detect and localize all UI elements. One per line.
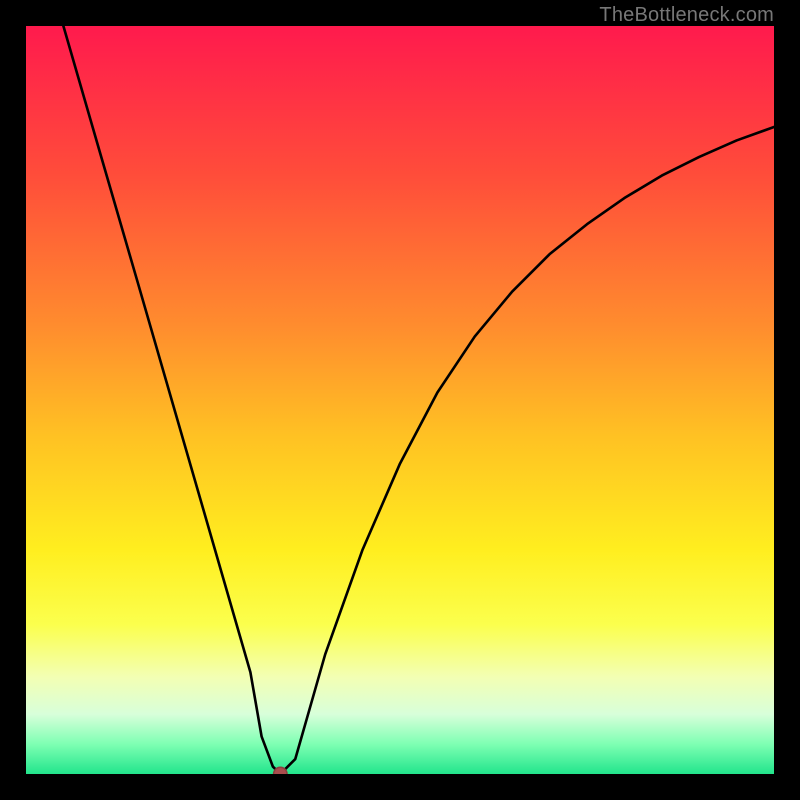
minimum-marker [274,767,287,774]
chart-frame: TheBottleneck.com [0,0,800,800]
plot-area [26,26,774,774]
source-label: TheBottleneck.com [599,4,774,27]
bottleneck-curve [26,26,774,774]
